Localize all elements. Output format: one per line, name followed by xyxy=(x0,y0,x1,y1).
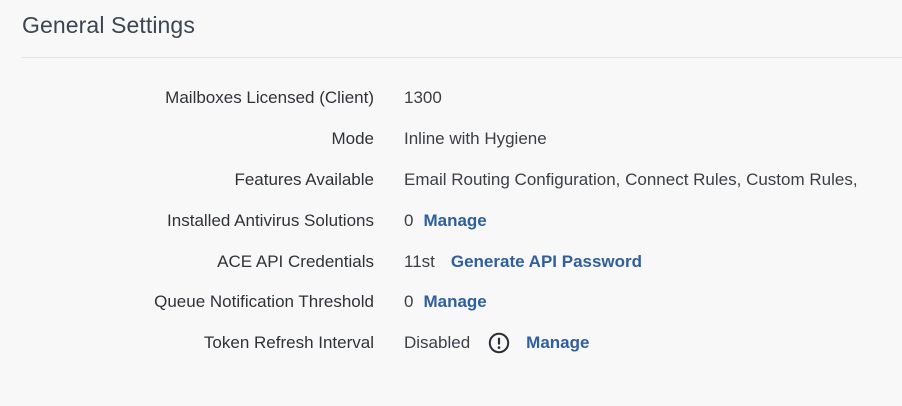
setting-row-queue-notification-threshold: Queue Notification Threshold 0 Manage xyxy=(0,282,902,323)
exclamation-circle-icon[interactable] xyxy=(488,332,510,354)
setting-label: Features Available xyxy=(234,169,374,189)
setting-label: Installed Antivirus Solutions xyxy=(167,210,374,230)
generate-api-password-link[interactable]: Generate API Password xyxy=(451,252,642,272)
manage-token-refresh-link[interactable]: Manage xyxy=(526,333,589,353)
setting-row-mode: Mode Inline with Hygiene xyxy=(0,119,902,160)
settings-list: Mailboxes Licensed (Client) 1300 Mode In… xyxy=(0,78,902,364)
setting-row-ace-api-credentials: ACE API Credentials 11st Generate API Pa… xyxy=(0,241,902,282)
manage-antivirus-link[interactable]: Manage xyxy=(423,211,486,231)
token-refresh-value: Disabled xyxy=(404,333,471,353)
section-divider xyxy=(22,57,902,58)
mailboxes-licensed-value: 1300 xyxy=(404,88,442,108)
ace-api-credentials-value: 11st xyxy=(404,251,435,271)
setting-row-features-available: Features Available Email Routing Configu… xyxy=(0,160,902,201)
setting-value: Disabled Manage xyxy=(404,332,589,354)
setting-label: Mailboxes Licensed (Client) xyxy=(165,88,374,108)
setting-row-token-refresh-interval: Token Refresh Interval Disabled Manage xyxy=(0,323,902,364)
setting-value: 0 Manage xyxy=(404,211,487,231)
antivirus-count-value: 0 xyxy=(404,210,414,230)
setting-label: Mode xyxy=(331,129,374,149)
setting-value: 1300 xyxy=(404,88,442,108)
general-settings-panel: General Settings Mailboxes Licensed (Cli… xyxy=(0,0,902,406)
setting-value: Inline with Hygiene xyxy=(404,129,547,149)
setting-row-installed-antivirus: Installed Antivirus Solutions 0 Manage xyxy=(0,200,902,241)
manage-queue-threshold-link[interactable]: Manage xyxy=(423,292,486,312)
queue-threshold-value: 0 xyxy=(404,292,414,312)
setting-row-mailboxes-licensed: Mailboxes Licensed (Client) 1300 xyxy=(0,78,902,119)
section-title: General Settings xyxy=(22,12,195,38)
setting-label: Queue Notification Threshold xyxy=(154,292,374,312)
features-available-value: Email Routing Configuration, Connect Rul… xyxy=(404,169,858,189)
setting-value: 11st Generate API Password xyxy=(404,252,642,272)
setting-label: ACE API Credentials xyxy=(217,251,374,271)
setting-label: Token Refresh Interval xyxy=(203,333,374,353)
setting-value: 0 Manage xyxy=(404,292,487,312)
setting-value: Email Routing Configuration, Connect Rul… xyxy=(404,170,858,190)
mode-value: Inline with Hygiene xyxy=(404,129,547,149)
